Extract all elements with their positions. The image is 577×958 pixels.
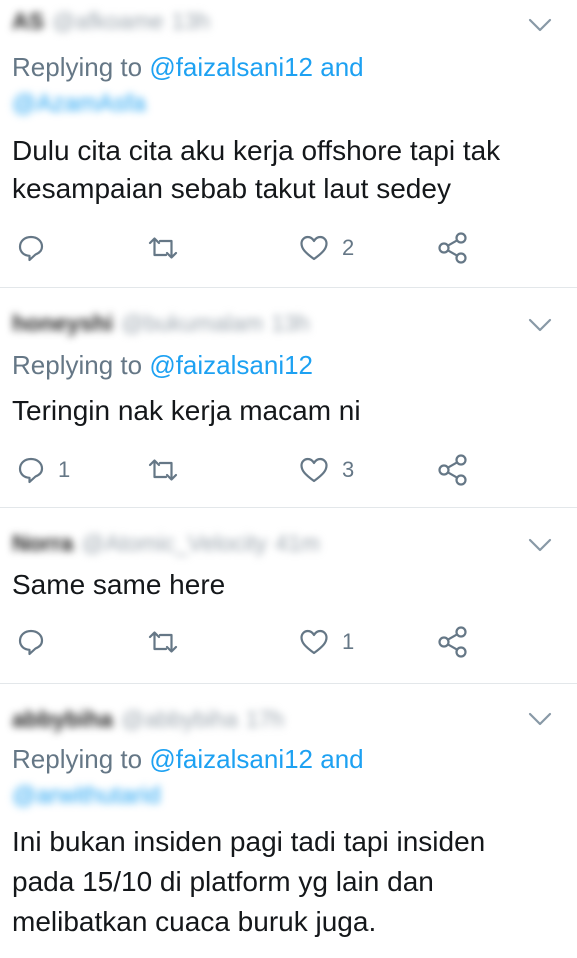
- heart-icon: [300, 629, 328, 655]
- retweet-button[interactable]: [146, 230, 192, 266]
- mention-link[interactable]: @faizalsani12: [149, 744, 313, 774]
- tweet[interactable]: abbybiha @abbybiha 17h Replying to @faiz…: [0, 684, 577, 958]
- like-button[interactable]: 1: [298, 624, 354, 660]
- tweet-text: Dulu cita cita aku kerja offshore tapi t…: [12, 135, 501, 204]
- tweet-text: Teringin nak kerja macam ni: [12, 395, 361, 426]
- author-name[interactable]: honeyshi: [12, 310, 113, 337]
- retweet-icon: [148, 237, 178, 259]
- tweet-text: Same same here: [12, 569, 226, 600]
- reply-button[interactable]: [16, 624, 58, 660]
- replying-to: Replying to @faizalsani12 and: [12, 744, 364, 775]
- reply-button[interactable]: 1: [16, 452, 70, 488]
- author-handle[interactable]: @afkoame: [52, 8, 164, 35]
- retweet-button[interactable]: [146, 624, 192, 660]
- reply-count: 1: [58, 457, 71, 482]
- replying-suffix: and: [313, 744, 364, 774]
- author-handle[interactable]: @abbybiha: [121, 706, 238, 733]
- chevron-down-icon[interactable]: [527, 710, 553, 728]
- mention-link[interactable]: @arwithutarid: [12, 782, 160, 810]
- reply-icon: [18, 235, 44, 262]
- tweet-actions: 1: [0, 624, 577, 660]
- tweet[interactable]: Norra @Atomic_Velocity 41m Same same her…: [0, 508, 577, 684]
- retweet-button[interactable]: [146, 452, 192, 488]
- tweet-header: AS @afkoame 13h: [12, 8, 210, 34]
- author-handle[interactable]: @bukumalam: [121, 310, 263, 337]
- tweet[interactable]: honeyshi @bukumalam 13h Replying to @fai…: [0, 288, 577, 508]
- replying-prefix: Replying to: [12, 52, 150, 82]
- tweet-time[interactable]: 17h: [246, 706, 284, 733]
- tweet-actions: 1 3: [0, 452, 577, 488]
- like-count: 3: [342, 457, 355, 482]
- tweet-header: abbybiha @abbybiha 17h: [12, 706, 284, 732]
- tweet-time[interactable]: 41m: [275, 530, 320, 557]
- share-button[interactable]: [436, 452, 470, 488]
- chevron-down-icon[interactable]: [527, 16, 553, 34]
- replying-to: Replying to @faizalsani12 and: [12, 52, 364, 83]
- reply-button[interactable]: [16, 230, 58, 266]
- author-name[interactable]: AS: [12, 8, 44, 35]
- mention-link[interactable]: @faizalsani12: [149, 52, 313, 82]
- tweet-header: honeyshi @bukumalam 13h: [12, 310, 310, 336]
- tweet-actions: 2: [0, 230, 577, 266]
- tweet-header: Norra @Atomic_Velocity 41m: [12, 530, 320, 556]
- chevron-down-icon[interactable]: [527, 536, 553, 554]
- tweet-time[interactable]: 13h: [271, 310, 309, 337]
- tweet-time[interactable]: 13h: [172, 8, 210, 35]
- author-name[interactable]: Norra: [12, 530, 73, 557]
- mention-link[interactable]: @faizalsani12: [149, 350, 313, 380]
- share-icon: [438, 232, 467, 264]
- like-count: 2: [342, 235, 355, 260]
- heart-icon: [300, 457, 328, 483]
- tweet-text: Ini bukan insiden pagi tadi tapi insiden…: [12, 826, 486, 937]
- retweet-icon: [148, 459, 178, 481]
- replying-prefix: Replying to: [12, 744, 150, 774]
- share-button[interactable]: [436, 624, 470, 660]
- reply-icon: [18, 457, 44, 484]
- author-name[interactable]: abbybiha: [12, 706, 113, 733]
- replying-suffix: and: [313, 52, 364, 82]
- replying-to: Replying to @faizalsani12: [12, 350, 313, 381]
- share-button[interactable]: [436, 230, 470, 266]
- author-handle[interactable]: @Atomic_Velocity: [81, 530, 267, 557]
- like-count: 1: [342, 629, 355, 654]
- like-button[interactable]: 2: [298, 230, 354, 266]
- replying-prefix: Replying to: [12, 350, 150, 380]
- chevron-down-icon[interactable]: [527, 316, 553, 334]
- retweet-icon: [148, 631, 178, 653]
- share-icon: [438, 454, 467, 486]
- tweet[interactable]: AS @afkoame 13h Replying to @faizalsani1…: [0, 0, 577, 288]
- mention-link[interactable]: @AzamAsfa: [12, 90, 146, 118]
- reply-icon: [18, 629, 44, 656]
- share-icon: [438, 626, 467, 658]
- heart-icon: [300, 235, 328, 261]
- like-button[interactable]: 3: [298, 452, 354, 488]
